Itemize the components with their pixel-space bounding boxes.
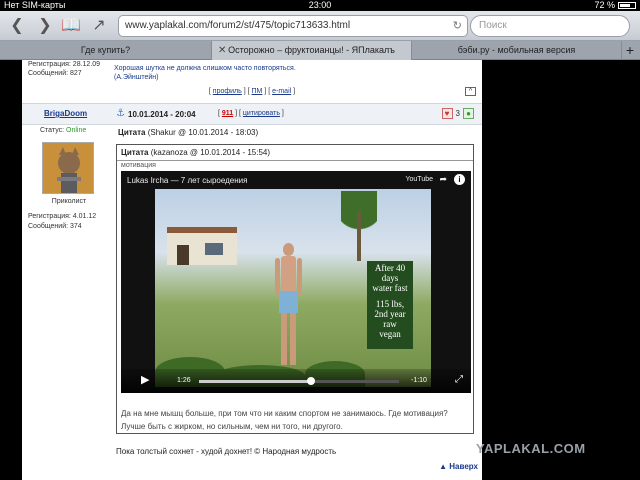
avatar[interactable] xyxy=(42,142,94,194)
user-messages: Сообщений: 374 xyxy=(28,223,82,230)
status-clock: 23:00 xyxy=(308,0,332,10)
sign-line: After 40 xyxy=(374,263,406,273)
forward-icon[interactable]: ❯ xyxy=(34,15,56,37)
battery-level: 72 % xyxy=(594,0,615,10)
info-icon[interactable]: i xyxy=(454,174,465,185)
user-rank: Приколист xyxy=(51,198,87,205)
search-placeholder: Поиск xyxy=(479,20,507,31)
outer-quote-header: Цитата (Shakur @ 10.01.2014 - 18:03) xyxy=(118,128,258,137)
prev-messages: Сообщений: 827 xyxy=(28,70,82,77)
person-figure xyxy=(275,243,302,373)
youtube-logo[interactable]: YouTube xyxy=(405,176,433,183)
fullscreen-icon[interactable]: ⤢ xyxy=(455,374,463,385)
prev-signature-line: Хорошая шутка не должна слишком часто по… xyxy=(114,65,296,72)
post-rating: ♥ 3 ● xyxy=(441,108,474,119)
video-current-time: 1:26 xyxy=(177,377,191,384)
sign-line: water fast xyxy=(372,283,408,293)
tab-label: Где купить? xyxy=(80,45,131,55)
status-value: Online xyxy=(66,127,87,134)
prev-signature: Хорошая шутка не должна слишком часто по… xyxy=(114,64,296,82)
post-date: 10.01.2014 - 20:04 xyxy=(128,110,196,119)
scrubber-handle[interactable] xyxy=(307,377,315,385)
prev-reg: Регистрация: 28.12.09 xyxy=(28,61,101,68)
post-links: [ 911 ] [ цитировать ] xyxy=(218,110,284,117)
sign-line: 115 lbs, xyxy=(375,299,405,309)
rating-plus-icon[interactable]: ● xyxy=(463,108,474,119)
video-title[interactable]: Lukas Ircha — 7 лет сыроедения xyxy=(127,176,247,185)
inner-quote-meta: (kazanoza @ 10.01.2014 - 15:54) xyxy=(150,148,271,157)
rating-value: 3 xyxy=(455,109,460,118)
outer-quote-meta: (Shakur @ 10.01.2014 - 18:03) xyxy=(147,128,259,137)
status-label: Статус: xyxy=(40,127,65,134)
quote-topic: мотивация xyxy=(121,162,156,169)
prev-post-actions: [ профиль ] [ ПМ ] [ e-mail ] ^ xyxy=(22,87,482,96)
tab-label: бэби.ру - мобильная версия xyxy=(457,45,576,55)
video-sign: After 40 days water fast 115 lbs, 2nd ye… xyxy=(367,261,413,349)
email-link[interactable]: e-mail xyxy=(272,88,291,95)
outer-quote-label: Цитата xyxy=(118,128,146,137)
address-bar[interactable]: www.yaplakal.com/forum2/st/475/topic7136… xyxy=(118,15,468,37)
tab-active-yaplakal[interactable]: ✕ Осторожно – фруктоианцы! - ЯПлакалъ xyxy=(212,41,412,60)
profile-link[interactable]: профиль xyxy=(213,88,242,95)
prev-signature-author: (А.Эйнштейн) xyxy=(114,74,159,81)
post-author[interactable]: BrigaDoom xyxy=(44,109,87,118)
video-share-icon[interactable]: ➦ xyxy=(439,174,447,185)
palm-tree-shape xyxy=(341,191,377,261)
video-controls: ▶ 1:26 -1:10 ⤢ xyxy=(121,369,471,393)
user-reg: Регистрация: 4.01.12 xyxy=(28,213,97,220)
post-signature: Пока толстый сохнет - худой дохнет! © На… xyxy=(116,447,337,456)
browser-toolbar: ❮ ❯ 📖 ↗ www.yaplakal.com/forum2/st/475/t… xyxy=(0,11,640,41)
back-icon[interactable]: ❮ xyxy=(6,15,28,37)
inner-quote-header: Цитата (kazanoza @ 10.01.2014 - 15:54) xyxy=(121,148,270,157)
close-tab-icon[interactable]: ✕ xyxy=(218,41,226,60)
scroll-up-button[interactable]: ^ xyxy=(465,87,476,96)
quote-divider xyxy=(117,160,473,161)
video-remaining-time: -1:10 xyxy=(411,377,427,384)
page-background-strip xyxy=(482,60,640,480)
bookmarks-icon[interactable]: 📖 xyxy=(60,15,82,37)
tab-bar: Где купить? ✕ Осторожно – фруктоианцы! -… xyxy=(0,41,640,60)
post-header: BrigaDoom ⚓ 10.01.2014 - 20:04 [ 911 ] [… xyxy=(22,103,482,125)
sign-line: raw xyxy=(383,319,397,329)
battery-icon xyxy=(618,2,636,9)
prev-user-info: Регистрация: 28.12.09 Сообщений: 827 xyxy=(28,60,100,78)
post-number-link[interactable]: 911 xyxy=(222,110,233,117)
search-input[interactable]: Поиск xyxy=(470,15,630,37)
sign-line: vegan xyxy=(379,329,401,339)
video-scrubber[interactable] xyxy=(199,377,399,385)
tab-baby-ru[interactable]: бэби.ру - мобильная версия xyxy=(412,41,622,60)
ios-status-bar: Нет SIM-карты 23:00 72 % xyxy=(0,0,640,11)
battery-indicator: 72 % xyxy=(594,0,636,11)
inner-quote-label: Цитата xyxy=(121,148,149,157)
video-frame: After 40 days water fast 115 lbs, 2nd ye… xyxy=(155,189,431,387)
house-shape xyxy=(167,227,237,265)
avatar-image xyxy=(43,143,93,193)
reload-icon[interactable]: ↻ xyxy=(453,16,462,36)
share-icon[interactable]: ↗ xyxy=(88,15,110,37)
pm-link[interactable]: ПМ xyxy=(252,88,263,95)
back-to-top-label: Наверх xyxy=(449,462,478,471)
new-tab-icon[interactable]: + xyxy=(626,41,634,60)
rating-minus-icon[interactable]: ♥ xyxy=(441,108,453,119)
user-status: Статус: Online xyxy=(40,127,86,134)
sign-line: days xyxy=(381,273,399,283)
video-progress xyxy=(199,380,311,383)
play-icon[interactable]: ▶ xyxy=(141,373,149,386)
sign-line: 2nd year xyxy=(374,309,406,319)
watermark: YAPLAKAL.COM xyxy=(476,441,586,456)
quote-link[interactable]: цитировать xyxy=(243,110,280,117)
url-text: www.yaplakal.com/forum2/st/475/topic7136… xyxy=(125,20,351,31)
quote-text: Да на мне мышц больше, при том что ни ка… xyxy=(121,409,448,431)
tab-label: Осторожно – фруктоианцы! - ЯПлакалъ xyxy=(228,45,395,55)
forum-page: Регистрация: 28.12.09 Сообщений: 827 Хор… xyxy=(22,60,482,480)
back-to-top-link[interactable]: ▲ Наверх xyxy=(439,462,478,471)
user-info: Регистрация: 4.01.12 Сообщений: 374 xyxy=(28,212,96,232)
tab-where-to-buy[interactable]: Где купить? xyxy=(0,41,212,60)
anchor-icon[interactable]: ⚓ xyxy=(116,108,125,119)
youtube-video-player[interactable]: Lukas Ircha — 7 лет сыроедения YouTube ➦… xyxy=(121,171,471,393)
inner-quote-box: Цитата (kazanoza @ 10.01.2014 - 15:54) м… xyxy=(116,144,474,434)
